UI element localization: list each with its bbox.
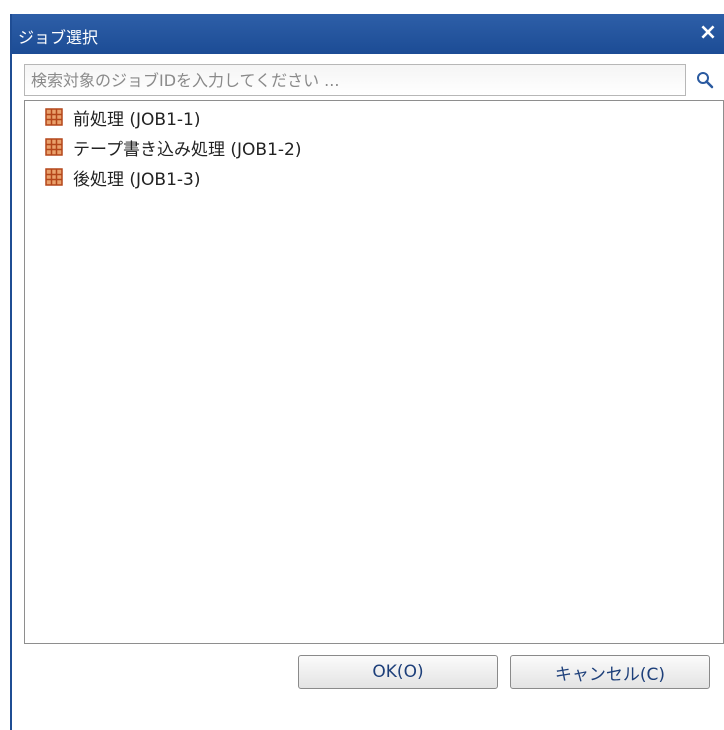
tree-item-job1-1[interactable]: 前処理 (JOB1-1) [45,103,201,131]
job-icon [45,138,63,156]
search-icon[interactable] [696,71,714,89]
job-icon [45,108,63,126]
tree-item-label: テープ書き込み処理 (JOB1-2) [73,139,302,160]
search-box [24,64,686,96]
dialog-titlebar[interactable]: ジョブ選択 × [12,14,724,54]
dialog-title: ジョブ選択 [18,28,99,47]
job-select-dialog: ジョブ選択 × 前処理 (JOB1-1) [10,14,724,730]
tree-item-label: 前処理 (JOB1-1) [73,109,201,130]
screen: ジョブ選択 × 前処理 (JOB1-1) [0,0,724,730]
ok-button[interactable]: OK(O) [298,655,498,689]
cancel-button[interactable]: キャンセル(C) [510,655,710,689]
tree-item-label: 後処理 (JOB1-3) [73,169,201,190]
job-icon [45,168,63,186]
job-tree: 前処理 (JOB1-1) テープ書き込み処理 (JOB1-2) 後処理 (JOB… [24,100,724,644]
search-input[interactable] [25,65,685,95]
tree-item-job1-2[interactable]: テープ書き込み処理 (JOB1-2) [45,133,301,161]
tree-item-job1-3[interactable]: 後処理 (JOB1-3) [45,163,201,191]
background-strip [0,0,724,14]
close-button[interactable]: × [696,21,720,45]
